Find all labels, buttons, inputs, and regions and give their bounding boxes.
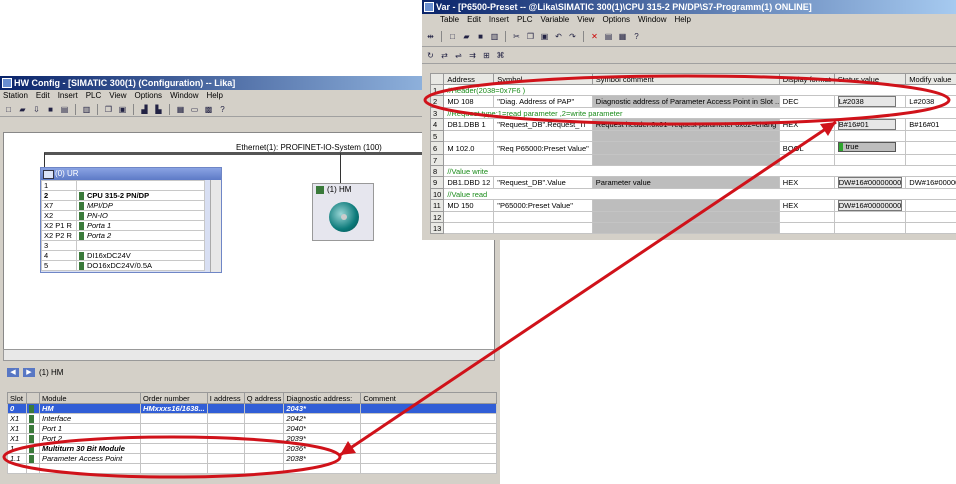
annotation-ellipse-detail-rows xyxy=(2,435,342,479)
annotation-arrowhead-up xyxy=(820,122,836,136)
annotation-arrowhead-down xyxy=(340,441,356,455)
annotation-overlay xyxy=(2,74,951,479)
annotation-arrow-line xyxy=(339,120,837,457)
annotation-ellipse-var-row xyxy=(423,74,951,126)
